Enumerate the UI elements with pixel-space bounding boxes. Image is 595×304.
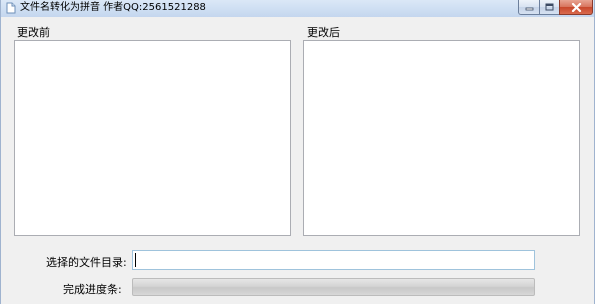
dir-input[interactable] bbox=[132, 250, 535, 270]
text-caret bbox=[135, 253, 136, 267]
after-panel-label: 更改后 bbox=[307, 26, 340, 39]
title-bar[interactable]: 文件名转化为拼音 作者QQ:2561521288 bbox=[1, 0, 594, 17]
after-list[interactable] bbox=[303, 40, 580, 236]
minimize-icon bbox=[525, 7, 533, 11]
maximize-icon bbox=[545, 3, 554, 11]
before-panel-label: 更改前 bbox=[17, 26, 50, 39]
maximize-button[interactable] bbox=[539, 0, 560, 15]
app-window: 文件名转化为拼音 作者QQ:2561521288 更改前 更改后 选择的文件目录… bbox=[0, 0, 595, 304]
app-icon bbox=[6, 2, 16, 14]
close-icon bbox=[571, 2, 581, 12]
progress-label: 完成进度条: bbox=[63, 283, 122, 296]
window-title: 文件名转化为拼音 作者QQ:2561521288 bbox=[20, 2, 206, 13]
before-list[interactable] bbox=[14, 40, 291, 236]
minimize-button[interactable] bbox=[518, 0, 540, 15]
dir-label: 选择的文件目录: bbox=[46, 256, 127, 269]
close-button[interactable] bbox=[559, 0, 593, 15]
progress-bar bbox=[132, 278, 535, 296]
